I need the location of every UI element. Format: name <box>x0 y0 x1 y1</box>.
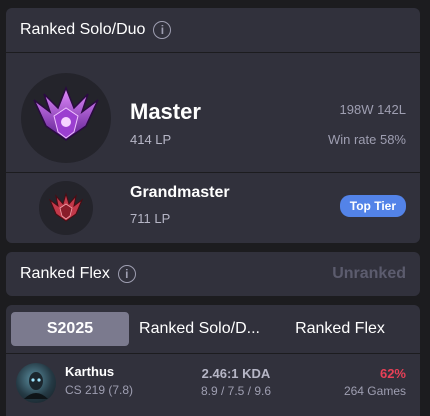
top-tier-badge: Top Tier <box>339 195 406 217</box>
master-emblem-icon <box>21 73 111 163</box>
ranked-solo-card: Ranked Solo/Duo i Master 414 LP 198W 142… <box>6 8 420 243</box>
karthus-champion-icon <box>16 363 56 403</box>
champion-games: 264 Games <box>343 384 406 398</box>
win-loss-record: 198W 142L <box>339 102 407 117</box>
tab-s2025[interactable]: S2025 <box>11 312 129 346</box>
grandmaster-emblem-icon <box>39 181 93 235</box>
peak-tier-name: Grandmaster <box>130 184 230 201</box>
info-icon[interactable]: i <box>153 21 172 39</box>
current-tier-name: Master <box>130 99 201 124</box>
champion-cs: CS 219 (7.8) <box>65 383 134 397</box>
info-icon[interactable]: i <box>117 265 136 283</box>
peak-lp: 711 LP <box>130 211 171 226</box>
tab-ranked-flex[interactable]: Ranked Flex <box>270 312 410 346</box>
champion-stats-card: S2025 Ranked Solo/D... Ranked Flex Karth… <box>6 305 420 416</box>
current-lp: 414 LP <box>130 132 172 147</box>
ranked-solo-title: Ranked Solo/Duo <box>20 21 146 38</box>
champion-kda: 2.46:1 KDA <box>201 366 271 381</box>
ranked-solo-header: Ranked Solo/Duo i <box>6 8 420 52</box>
ranked-flex-card: Ranked Flex i Unranked <box>6 252 420 296</box>
champion-winrate: 62% <box>379 366 406 381</box>
ranked-flex-title: Ranked Flex <box>20 265 110 282</box>
season-tabs: S2025 Ranked Solo/D... Ranked Flex <box>6 305 420 353</box>
champion-kda-detail: 8.9 / 7.5 / 9.6 <box>200 384 272 398</box>
peak-tier: Grandmaster 711 LP Top Tier <box>6 173 420 243</box>
flex-status: Unranked <box>332 265 406 282</box>
tab-ranked-solo[interactable]: Ranked Solo/D... <box>129 312 270 346</box>
champion-row[interactable]: Karthus CS 219 (7.8) 2.46:1 KDA 8.9 / 7.… <box>6 354 420 416</box>
champion-name: Karthus <box>65 364 115 379</box>
win-rate: Win rate 58% <box>327 132 406 147</box>
current-tier: Master 414 LP 198W 142L Win rate 58% <box>6 53 420 173</box>
